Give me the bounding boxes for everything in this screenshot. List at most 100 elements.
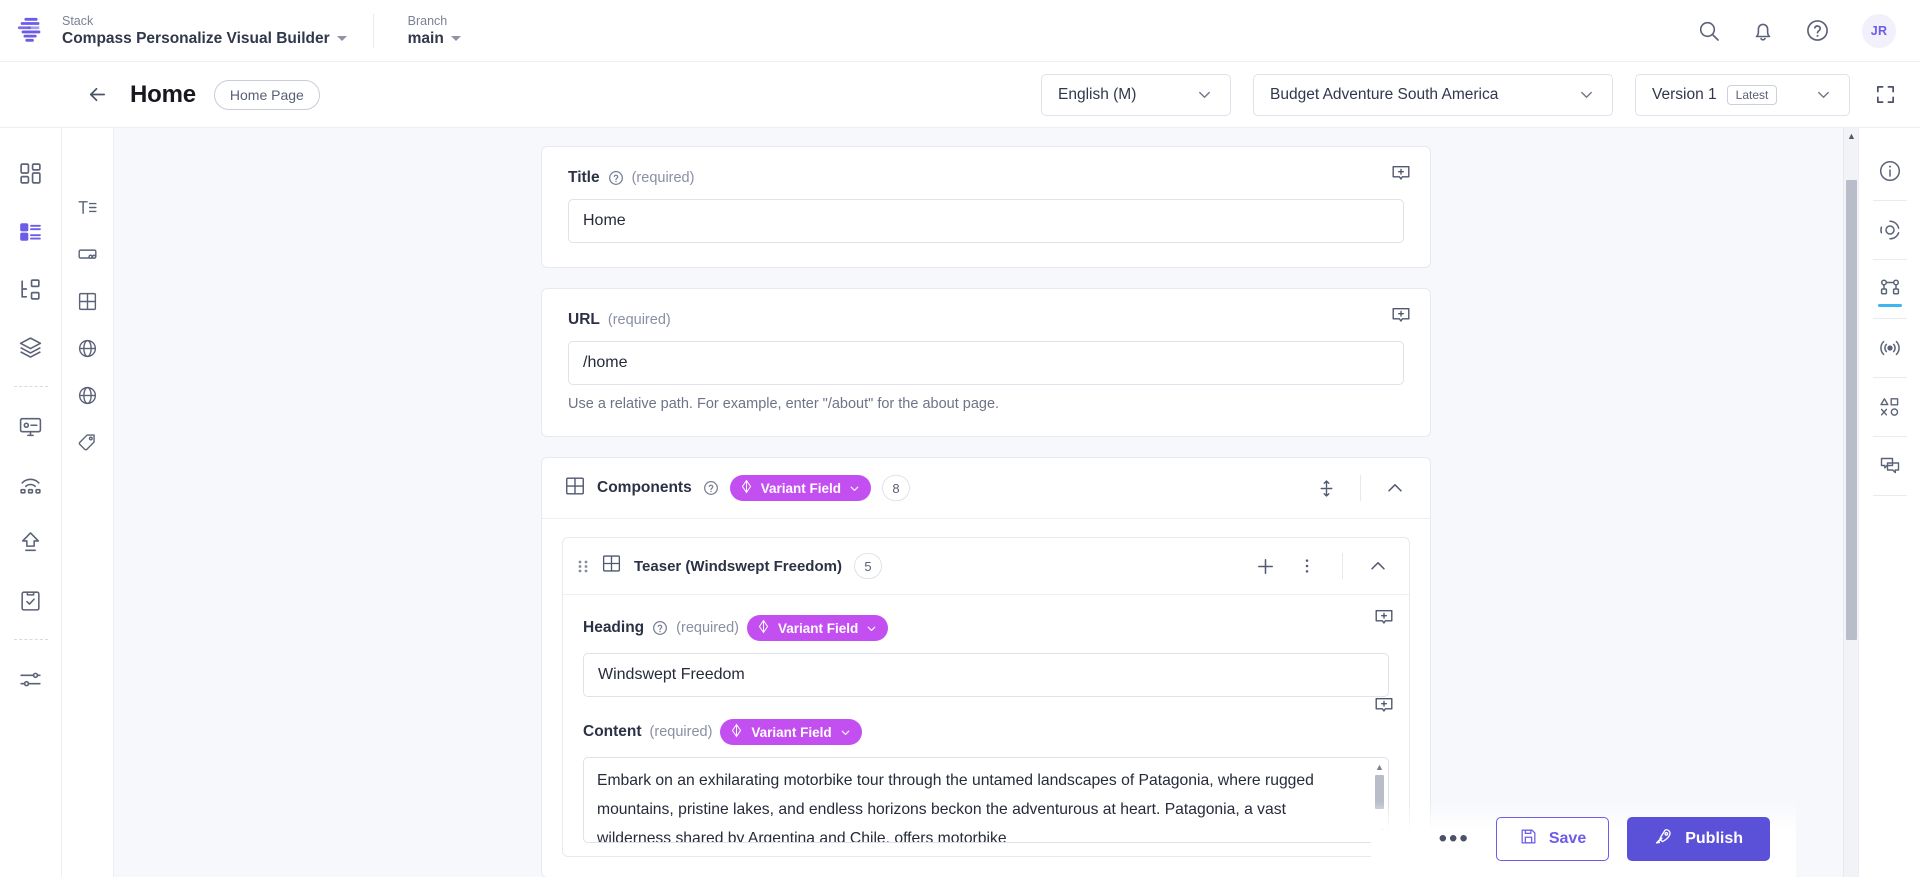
shapes-icon[interactable] [1869, 384, 1911, 430]
version-inner: Version 1 Latest [1652, 84, 1778, 105]
grid-table-icon [601, 553, 622, 579]
environment-dropdown[interactable]: Budget Adventure South America [1253, 73, 1613, 116]
components-group-card: Components Variant Field 8 Teaser (Winds… [541, 457, 1431, 877]
environment-value: Budget Adventure South America [1270, 85, 1499, 103]
branch-selector[interactable]: Branch main [372, 13, 487, 48]
url-label-row: URL (required) [568, 311, 1404, 329]
search-icon[interactable] [1696, 18, 1722, 44]
title-input[interactable] [568, 199, 1404, 243]
title-required-text: (required) [631, 170, 695, 186]
chevron-down-icon [839, 726, 852, 739]
page-title: Home [130, 80, 196, 108]
content-textarea[interactable]: Embark on an exhilarating motorbike tour… [583, 757, 1389, 843]
chevron-down-icon [848, 482, 861, 495]
settings-sliders-icon[interactable] [0, 650, 62, 708]
heading-input[interactable] [583, 653, 1389, 697]
info-circle-icon[interactable] [1869, 148, 1911, 194]
globe-locale-icon[interactable] [62, 372, 114, 419]
notification-bell-icon[interactable] [1750, 18, 1776, 44]
rail-divider [1872, 200, 1907, 201]
live-preview-monitor-icon[interactable] [0, 397, 62, 455]
rail-divider [13, 639, 48, 640]
rail-divider [1872, 495, 1907, 496]
teaser-collapse-chevron-up-icon[interactable] [1363, 551, 1393, 581]
components-variant-field-badge[interactable]: Variant Field [729, 475, 871, 501]
url-link-icon[interactable] [62, 231, 114, 278]
drag-handle-icon[interactable] [577, 557, 589, 575]
expand-fullscreen-icon[interactable] [1872, 82, 1898, 108]
back-arrow-icon[interactable] [82, 80, 112, 110]
add-comment-icon[interactable] [1373, 607, 1395, 629]
content-model-icon[interactable] [0, 260, 62, 318]
content-type-badge: Home Page [213, 79, 320, 110]
more-options-icon[interactable]: ••• [1431, 827, 1478, 851]
globe-seo-icon[interactable] [62, 325, 114, 372]
scroll-up-arrow-icon[interactable]: ▲ [1844, 128, 1858, 143]
save-label: Save [1548, 830, 1587, 847]
text-format-icon[interactable] [62, 184, 114, 231]
title-label: Title [568, 169, 600, 186]
publish-upload-icon[interactable] [0, 513, 62, 571]
help-circle-icon[interactable] [703, 480, 719, 496]
url-helper-text: Use a relative path. For example, enter … [568, 396, 1000, 412]
components-collapse-chevron-up-icon[interactable] [1380, 473, 1410, 503]
content-required-text: (required) [649, 724, 713, 740]
main-scrollbar-thumb[interactable] [1846, 180, 1857, 640]
rail-divider [1872, 318, 1907, 319]
entries-icon[interactable] [0, 202, 62, 260]
chevron-down-icon [450, 36, 461, 41]
variant-diamond-icon [739, 479, 754, 497]
stacks-layers-icon[interactable] [0, 318, 62, 376]
dashboard-icon[interactable] [0, 144, 62, 202]
title-label-row: Title (required) [568, 169, 1404, 187]
add-block-plus-icon[interactable] [1250, 551, 1280, 581]
avatar[interactable]: JR [1862, 13, 1896, 48]
help-circle-icon[interactable] [1804, 18, 1830, 44]
app-logo[interactable] [0, 17, 62, 45]
help-circle-icon[interactable] [652, 620, 668, 636]
move-vertical-icon[interactable] [1311, 473, 1341, 503]
right-rail-item [1859, 266, 1920, 325]
target-focus-icon[interactable] [1869, 207, 1911, 253]
tasks-clipboard-icon[interactable] [0, 571, 62, 629]
teaser-block-header: Teaser (Windswept Freedom) 5 [563, 538, 1409, 595]
entry-form: Title (required) Home URL (required) /ho… [541, 128, 1431, 877]
save-button[interactable]: Save [1495, 817, 1610, 861]
publish-button[interactable]: Publish [1627, 817, 1770, 861]
releases-broadcast-icon[interactable] [0, 455, 62, 513]
help-circle-icon[interactable] [608, 170, 624, 186]
url-required-text: (required) [607, 312, 671, 328]
tag-icon[interactable] [62, 419, 114, 466]
app-root: Stack Compass Personalize Visual Builder… [0, 0, 1920, 877]
scroll-up-arrow-icon[interactable]: ▲ [1375, 763, 1384, 772]
rocket-icon [1654, 827, 1674, 852]
url-input[interactable] [568, 341, 1404, 385]
comments-icon[interactable] [1869, 443, 1911, 489]
branch-label: Branch [407, 13, 448, 28]
teaser-block-title: Teaser (Windswept Freedom) [634, 557, 842, 575]
components-grid-icon[interactable] [62, 278, 114, 325]
title-field-card: Title (required) [541, 146, 1431, 268]
kebab-menu-icon[interactable] [1292, 551, 1322, 581]
header-context: Stack Compass Personalize Visual Builder… [62, 0, 487, 61]
variants-graph-icon[interactable] [1869, 266, 1911, 312]
stack-selector[interactable]: Stack Compass Personalize Visual Builder [62, 14, 373, 48]
heading-variant-field-badge[interactable]: Variant Field [747, 615, 889, 641]
locale-value: English (M) [1058, 85, 1137, 103]
add-comment-icon[interactable] [1390, 163, 1412, 185]
main-scrollbar[interactable]: ▲ [1843, 128, 1858, 877]
version-dropdown[interactable]: Version 1 Latest [1635, 73, 1850, 116]
teaser-count-chip: 5 [853, 553, 882, 579]
broadcast-signal-icon[interactable] [1869, 325, 1911, 371]
add-comment-icon[interactable] [1390, 305, 1412, 327]
content-textarea-wrap: Embark on an exhilarating motorbike tour… [583, 757, 1389, 848]
save-floppy-icon [1519, 827, 1538, 851]
add-comment-icon[interactable] [1373, 695, 1395, 717]
variant-badge-label: Variant Field [778, 620, 859, 636]
stack-name: Compass Personalize Visual Builder [62, 29, 330, 47]
stack-label: Stack [62, 13, 94, 28]
entry-subheader: Home Home Page English (M) Budget Advent… [0, 62, 1920, 128]
content-variant-field-badge[interactable]: Variant Field [720, 719, 862, 745]
locale-dropdown[interactable]: English (M) [1041, 73, 1231, 116]
url-field: URL (required) Use a relative path. For … [542, 289, 1430, 436]
